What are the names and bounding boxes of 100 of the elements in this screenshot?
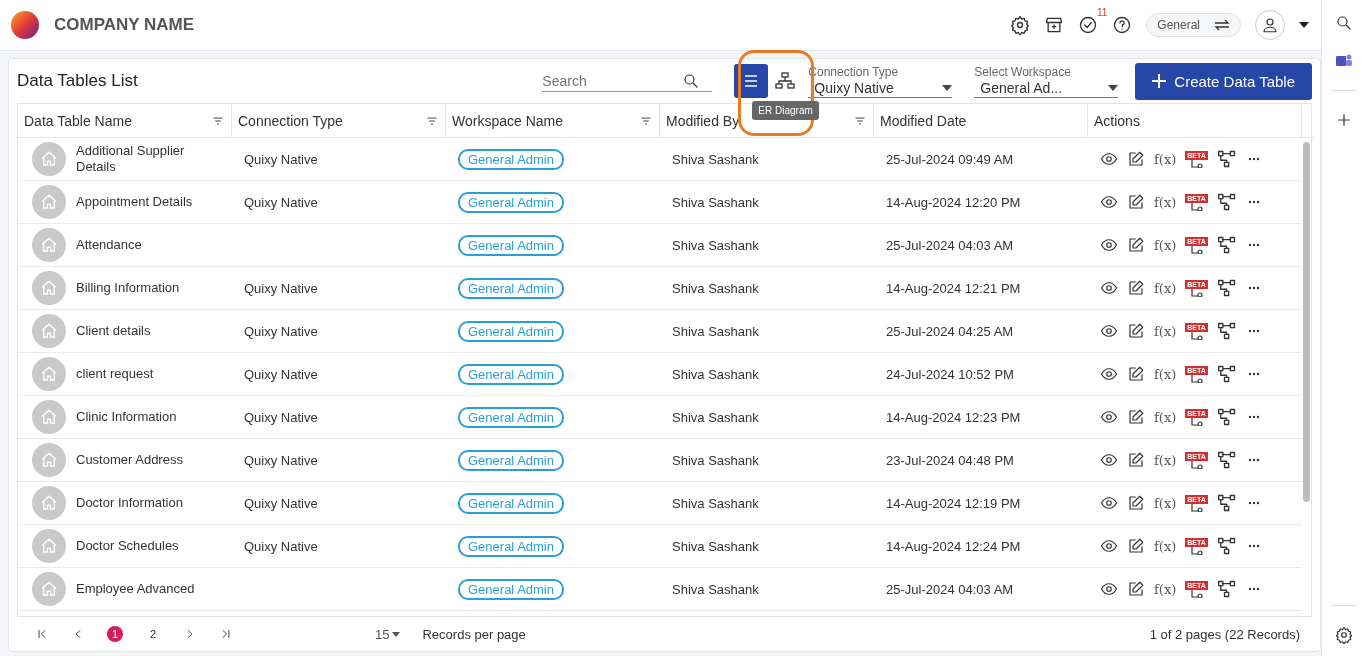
table-name[interactable]: Billing Information bbox=[76, 280, 180, 296]
formula-button[interactable]: f(x) bbox=[1154, 495, 1177, 511]
plus-icon[interactable] bbox=[1335, 111, 1353, 129]
relation-icon[interactable] bbox=[1189, 288, 1204, 297]
modified-date: 25-Jul-2024 04:03 AM bbox=[886, 237, 1014, 253]
relation-icon[interactable] bbox=[1189, 589, 1204, 598]
modified-by: Shiva Sashank bbox=[672, 581, 759, 597]
formula-button[interactable]: f(x) bbox=[1154, 581, 1177, 597]
scrollbar-thumb[interactable] bbox=[1303, 142, 1310, 502]
page-button[interactable]: 1 bbox=[107, 626, 123, 642]
formula-button[interactable]: f(x) bbox=[1154, 452, 1177, 468]
table-name[interactable]: client request bbox=[76, 366, 154, 382]
table-name[interactable]: Customer Address bbox=[76, 452, 183, 468]
eye-icon[interactable] bbox=[1100, 322, 1118, 340]
formula-button[interactable]: f(x) bbox=[1154, 237, 1177, 253]
formula-button[interactable]: f(x) bbox=[1154, 280, 1177, 296]
modified-by: Shiva Sashank bbox=[672, 495, 759, 511]
store-icon[interactable] bbox=[1044, 15, 1065, 35]
formula-button[interactable]: f(x) bbox=[1154, 409, 1177, 425]
relation-icon[interactable] bbox=[1189, 245, 1204, 254]
help-icon[interactable] bbox=[1112, 15, 1133, 35]
connector-icon[interactable] bbox=[1216, 278, 1237, 298]
column-header[interactable]: Workspace Name bbox=[446, 104, 660, 138]
connector-icon[interactable] bbox=[1216, 493, 1237, 513]
home-icon bbox=[32, 400, 66, 434]
table-name[interactable]: Additional Supplier Details bbox=[76, 143, 220, 175]
create-data-table-button[interactable]: Create Data Table bbox=[1135, 62, 1312, 100]
table-name[interactable]: Client details bbox=[76, 323, 151, 339]
plus-icon bbox=[1152, 74, 1167, 88]
modified-by: Shiva Sashank bbox=[672, 323, 759, 339]
relation-icon[interactable] bbox=[1189, 546, 1204, 555]
connection-type: Quixy Native bbox=[244, 452, 318, 468]
eye-icon[interactable] bbox=[1100, 580, 1118, 598]
relation-icon[interactable] bbox=[1189, 159, 1204, 168]
connector-icon[interactable] bbox=[1216, 364, 1237, 384]
eye-icon[interactable] bbox=[1100, 408, 1118, 426]
eye-icon[interactable] bbox=[1100, 451, 1118, 469]
settings-icon[interactable] bbox=[1335, 626, 1353, 644]
formula-button[interactable]: f(x) bbox=[1154, 366, 1177, 382]
table-name[interactable]: Employee Advanced bbox=[76, 581, 195, 597]
eye-icon[interactable] bbox=[1100, 236, 1118, 254]
workspace-dropdown[interactable]: Select Workspace General Ad... bbox=[974, 64, 1119, 98]
workspace-tag: General Admin bbox=[458, 449, 564, 471]
column-header[interactable]: Data Table Name bbox=[18, 104, 232, 138]
connector-icon[interactable] bbox=[1216, 149, 1237, 169]
table-name[interactable]: Clinic Information bbox=[76, 409, 177, 425]
last-page-icon[interactable] bbox=[219, 627, 233, 641]
connector-icon[interactable] bbox=[1216, 235, 1237, 255]
eye-icon[interactable] bbox=[1100, 537, 1118, 555]
relation-icon[interactable] bbox=[1189, 202, 1204, 211]
connector-icon[interactable] bbox=[1216, 407, 1237, 427]
eye-icon[interactable] bbox=[1100, 365, 1118, 383]
edit-icon[interactable] bbox=[1127, 451, 1145, 469]
caret-icon bbox=[392, 631, 401, 637]
connector-icon[interactable] bbox=[1216, 450, 1237, 470]
connection-type: Quixy Native bbox=[244, 194, 318, 210]
column-header[interactable]: Modified Date bbox=[874, 104, 1088, 138]
formula-button[interactable]: f(x) bbox=[1154, 151, 1177, 167]
relation-icon[interactable] bbox=[1189, 417, 1204, 426]
first-page-icon[interactable] bbox=[35, 627, 49, 641]
column-header[interactable]: Actions bbox=[1088, 104, 1302, 138]
edit-icon[interactable] bbox=[1127, 365, 1145, 383]
edit-icon[interactable] bbox=[1127, 494, 1145, 512]
column-header[interactable]: Connection Type bbox=[232, 104, 446, 138]
table-name[interactable]: Appointment Details bbox=[76, 194, 193, 210]
edit-icon[interactable] bbox=[1127, 408, 1145, 426]
table-name[interactable]: Doctor Schedules bbox=[76, 538, 179, 554]
formula-button[interactable]: f(x) bbox=[1154, 538, 1177, 554]
relation-icon[interactable] bbox=[1189, 503, 1204, 512]
edit-icon[interactable] bbox=[1127, 236, 1145, 254]
connector-icon[interactable] bbox=[1216, 579, 1237, 599]
relation-icon[interactable] bbox=[1189, 460, 1204, 469]
page-size-dropdown[interactable]: 15 bbox=[375, 626, 401, 642]
workspace-selector[interactable]: General bbox=[1146, 13, 1241, 37]
eye-icon[interactable] bbox=[1100, 193, 1118, 211]
search-icon[interactable] bbox=[1335, 14, 1353, 32]
formula-button[interactable]: f(x) bbox=[1154, 323, 1177, 339]
relation-icon[interactable] bbox=[1189, 331, 1204, 340]
edit-icon[interactable] bbox=[1127, 193, 1145, 211]
formula-button[interactable]: f(x) bbox=[1154, 194, 1177, 210]
edit-icon[interactable] bbox=[1127, 580, 1145, 598]
eye-icon[interactable] bbox=[1100, 279, 1118, 297]
connector-icon[interactable] bbox=[1216, 536, 1237, 556]
settings-icon[interactable] bbox=[1010, 15, 1031, 35]
relation-icon[interactable] bbox=[1189, 374, 1204, 383]
edit-icon[interactable] bbox=[1127, 322, 1145, 340]
edit-icon[interactable] bbox=[1127, 537, 1145, 555]
eye-icon[interactable] bbox=[1100, 494, 1118, 512]
connector-icon[interactable] bbox=[1216, 192, 1237, 212]
home-icon bbox=[32, 142, 66, 176]
connector-icon[interactable] bbox=[1216, 321, 1237, 341]
check-circle-icon[interactable] bbox=[1078, 15, 1099, 35]
table-name[interactable]: Attendance bbox=[76, 237, 142, 253]
eye-icon[interactable] bbox=[1100, 150, 1118, 168]
page-button[interactable]: 2 bbox=[145, 626, 161, 642]
edit-icon[interactable] bbox=[1127, 279, 1145, 297]
table-name[interactable]: Doctor Information bbox=[76, 495, 183, 511]
search-field[interactable]: Search bbox=[542, 70, 683, 91]
edit-icon[interactable] bbox=[1127, 150, 1145, 168]
caret-icon[interactable] bbox=[1299, 22, 1309, 28]
